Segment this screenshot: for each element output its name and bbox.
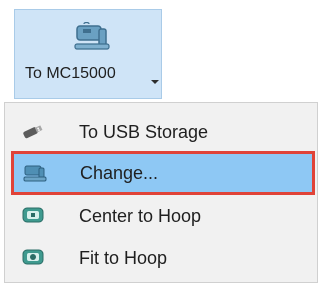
menu-item-label: To USB Storage — [79, 122, 209, 142]
hoop-fit-icon — [22, 249, 44, 265]
menu-item-center-to-hoop[interactable]: Center to Hoop — [5, 196, 317, 234]
sewing-machine-icon — [23, 165, 47, 182]
sewing-machine-icon — [74, 22, 110, 50]
hoop-center-icon — [22, 207, 44, 223]
menu-item-label: Change... — [80, 163, 159, 183]
dropdown-menu: To USB Storage Change... Center to Hoop … — [4, 102, 318, 283]
menu-item-fit-to-hoop[interactable]: Fit to Hoop — [5, 238, 317, 276]
menu-item-to-usb-storage[interactable]: To USB Storage — [5, 112, 317, 150]
menu-item-label: Fit to Hoop — [79, 248, 168, 268]
chevron-down-icon[interactable] — [151, 80, 159, 84]
to-machine-split-button[interactable]: To MC15000 — [14, 9, 162, 99]
menu-item-change[interactable]: Change... — [11, 151, 315, 195]
usb-drive-icon — [23, 125, 43, 139]
split-button-label: To MC15000 — [25, 65, 116, 82]
menu-item-label: Center to Hoop — [79, 206, 202, 226]
